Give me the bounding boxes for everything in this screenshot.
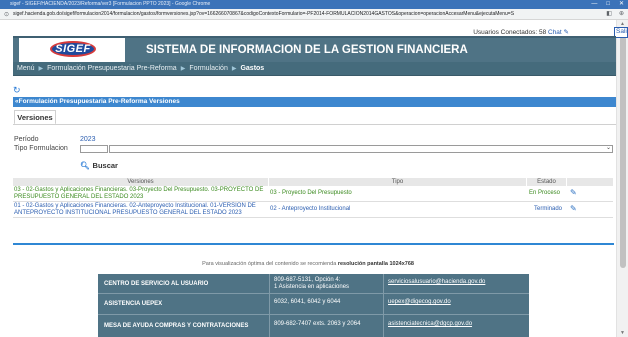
menu-item-menu[interactable]: Menú xyxy=(17,65,35,72)
contact-email-link[interactable]: asistenciatecnica@dgcp.gov.do xyxy=(388,321,472,328)
tipo-formulacion-label: Tipo Formulacion xyxy=(14,145,68,152)
chevron-right-icon: ▶ xyxy=(180,66,186,72)
users-connected-count: 58 xyxy=(538,29,547,36)
users-connected: Usuarios Conectados: 58 Chat ✎ xyxy=(473,28,569,36)
menu-item-formulacion[interactable]: Formulación xyxy=(189,65,228,72)
close-icon[interactable]: ✕ xyxy=(619,0,624,9)
tipo-cell: 03 - Proyecto Del Presupuesto xyxy=(270,190,352,196)
menu-item-formulacion-pre-reforma[interactable]: Formulación Presupuestaria Pre-Reforma xyxy=(47,65,177,72)
refresh-icon[interactable]: ↻ xyxy=(13,85,21,96)
periodo-label: Período xyxy=(14,136,39,143)
browser-title: sigef - SIGEF/HACIENDA/2023/Reforma/ver3… xyxy=(10,1,211,7)
system-banner: SIGEF SISTEMA DE INFORMACION DE LA GESTI… xyxy=(13,36,616,62)
browser-titlebar: sigef - SIGEF/HACIENDA/2023/Reforma/ver3… xyxy=(0,0,628,9)
resolution-note-bold: resolución pantalla 1024x768 xyxy=(337,261,414,267)
contact-name: ASISTENCIA UEPEX xyxy=(104,301,163,307)
page-scrollbar[interactable]: ▲ ▼ xyxy=(616,20,628,337)
periodo-value[interactable]: 2023 xyxy=(80,136,96,143)
contact-name: CENTRO DE SERVICIO AL USUARIO xyxy=(104,281,209,287)
window-controls: — □ ✕ xyxy=(591,0,624,9)
resolution-note: Para visualización óptima del contenido … xyxy=(0,261,616,267)
contact-name: MESA DE AYUDA COMPRAS Y CONTRATACIONES xyxy=(104,323,249,329)
contact-phone: 809-682-7407 exts. 2063 y 2064 xyxy=(274,321,361,327)
zoom-icon[interactable]: ⊕ xyxy=(619,10,624,17)
scrollbar-thumb[interactable] xyxy=(620,36,626,268)
contact-email-link[interactable]: serviciosalusuario@hacienda.gov.do xyxy=(388,279,485,286)
column-header-estado: Estado xyxy=(527,178,567,186)
tab-versiones[interactable]: Versiones xyxy=(14,110,56,125)
breadcrumb-menu: Menú ▶ Formulación Presupuestaria Pre-Re… xyxy=(13,62,616,76)
search-button[interactable]: 🔍︎ Buscar xyxy=(80,160,118,171)
address-bar[interactable]: ⊙ sigef.hacienda.gob.do/sigef/formulacio… xyxy=(0,9,628,20)
lock-icon[interactable]: ⊙ xyxy=(4,11,9,18)
edit-pencil-icon[interactable]: ✎ xyxy=(570,204,577,213)
chevron-down-icon: ⌄ xyxy=(605,145,611,151)
maximize-icon[interactable]: □ xyxy=(606,0,610,9)
resolution-note-text: Para visualización óptima del contenido … xyxy=(202,261,337,267)
scroll-down-icon[interactable]: ▼ xyxy=(620,330,625,336)
contact-phone-detail: 1 Asistencia en aplicaciones xyxy=(274,284,350,290)
contact-phone: 809-687-5131, Opción 4: xyxy=(274,277,341,283)
extension-icon[interactable]: ◧ xyxy=(606,10,612,17)
tipo-cell: 02 - Anteproyecto Institucional xyxy=(270,206,351,212)
table-row[interactable]: 03 - 02-Gastos y Aplicaciones Financiera… xyxy=(13,186,613,202)
chevron-right-icon: ▶ xyxy=(231,66,237,72)
section-divider-line xyxy=(13,243,614,245)
tab-divider xyxy=(13,124,616,125)
version-cell[interactable]: 01 - 02-Gastos y Aplicaciones Financiera… xyxy=(14,203,264,216)
tipo-formulacion-code-input[interactable] xyxy=(80,145,108,153)
estado-cell: Terminado xyxy=(534,206,563,212)
chat-icon[interactable]: ✎ xyxy=(564,29,569,36)
contact-row: MESA DE AYUDA COMPRAS Y CONTRATACIONES 8… xyxy=(98,316,529,336)
estado-cell: En Proceso xyxy=(529,190,561,196)
sigef-logo: SIGEF xyxy=(19,38,125,62)
column-header-versiones: Versiones xyxy=(13,178,269,186)
address-bar-icons: ◧ ⊕ xyxy=(606,10,624,17)
logout-button[interactable]: Salir xyxy=(614,27,628,38)
page-root: sigef - SIGEF/HACIENDA/2023/Reforma/ver3… xyxy=(0,0,628,337)
menu-item-gastos[interactable]: Gastos xyxy=(240,65,264,72)
edit-pencil-icon[interactable]: ✎ xyxy=(570,188,577,197)
contact-row: CENTRO DE SERVICIO AL USUARIO 809-687-51… xyxy=(98,274,529,294)
column-header-tipo: Tipo xyxy=(269,178,527,186)
search-icon: 🔍︎ xyxy=(80,161,90,170)
users-connected-label: Usuarios Conectados: xyxy=(473,29,538,36)
contact-email-link[interactable]: uepex@digecog.gov.do xyxy=(388,299,451,306)
chevron-right-icon: ▶ xyxy=(38,66,44,72)
tipo-formulacion-select[interactable]: ⌄ xyxy=(109,145,613,153)
url-text[interactable]: sigef.hacienda.gob.do/sigef/formulacion2… xyxy=(13,11,599,18)
system-title: SISTEMA DE INFORMACION DE LA GESTION FIN… xyxy=(146,44,468,56)
logo-text: SIGEF xyxy=(55,43,91,55)
contact-row: ASISTENCIA UEPEX 6032, 6041, 6042 y 6044… xyxy=(98,295,529,315)
chat-link[interactable]: Chat xyxy=(548,29,562,36)
support-contacts-table: CENTRO DE SERVICIO AL USUARIO 809-687-51… xyxy=(98,274,529,337)
table-row[interactable]: 01 - 02-Gastos y Aplicaciones Financiera… xyxy=(13,202,613,218)
search-button-label: Buscar xyxy=(92,161,118,170)
contact-phone: 6032, 6041, 6042 y 6044 xyxy=(274,299,341,305)
version-cell[interactable]: 03 - 02-Gastos y Aplicaciones Financiera… xyxy=(14,187,264,200)
column-header-actions xyxy=(567,178,613,186)
minimize-icon[interactable]: — xyxy=(591,0,597,9)
section-title: «Formulación Presupuestaria Pre-Reforma … xyxy=(13,97,616,107)
